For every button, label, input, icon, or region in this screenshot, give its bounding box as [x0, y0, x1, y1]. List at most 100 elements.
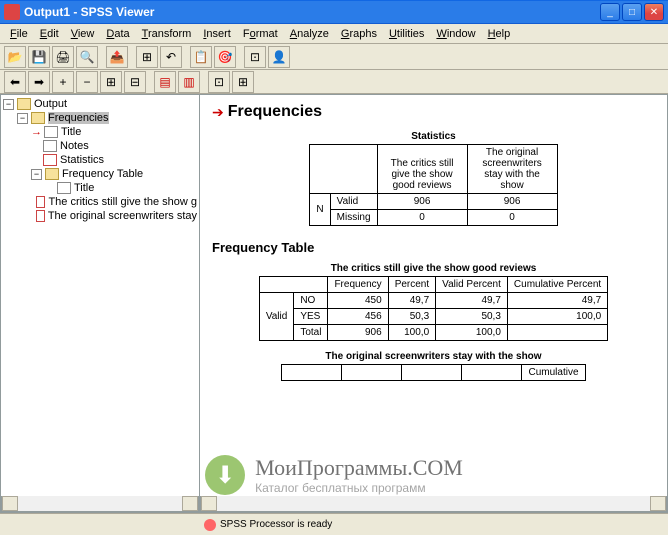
outline-panel: − Output − Frequencies → Title Notes — [0, 94, 200, 513]
collapse-icon[interactable]: − — [31, 169, 42, 180]
menu-view[interactable]: View — [65, 26, 101, 42]
menu-transform[interactable]: Transform — [136, 26, 198, 42]
statistics-table: The critics still give the show good rev… — [309, 144, 557, 226]
save-button[interactable]: 💾 — [28, 46, 50, 68]
tree-label[interactable]: Statistics — [60, 154, 104, 166]
export-button[interactable]: 📤 — [106, 46, 128, 68]
status-text: SPSS Processor is ready — [220, 519, 332, 530]
col-header: Percent — [388, 277, 435, 293]
tree-hscroll[interactable] — [1, 496, 199, 512]
designate-button[interactable]: ⊞ — [232, 71, 254, 93]
tree-notes[interactable]: Notes — [3, 139, 197, 153]
menu-edit[interactable]: Edit — [34, 26, 65, 42]
cell-value: 50,3 — [388, 309, 435, 325]
notes-icon — [43, 140, 57, 152]
tree-frequencies[interactable]: − Frequencies — [3, 111, 197, 125]
tree-statistics[interactable]: Statistics — [3, 153, 197, 167]
hide-button[interactable]: ▥ — [178, 71, 200, 93]
tree-label[interactable]: Notes — [60, 140, 89, 152]
collapse-icon[interactable]: − — [17, 113, 28, 124]
menu-analyze[interactable]: Analyze — [284, 26, 335, 42]
cell-value: 450 — [328, 293, 388, 309]
table-icon — [36, 210, 45, 222]
table-title: Statistics — [212, 131, 655, 142]
main-area: − Output − Frequencies → Title Notes — [0, 94, 668, 513]
cell-value: 100,0 — [388, 325, 435, 341]
scroll-track[interactable] — [217, 496, 650, 511]
preview-button[interactable]: 🔍 — [76, 46, 98, 68]
close-button[interactable]: ✕ — [644, 3, 664, 21]
col-header: Cumulative — [522, 365, 585, 381]
cell-value: 906 — [377, 194, 467, 210]
status-icon — [204, 519, 216, 531]
dialog-button[interactable]: ⊞ — [136, 46, 158, 68]
folder-icon — [31, 112, 45, 124]
demote-button[interactable]: − — [76, 71, 98, 93]
row-label: Total — [294, 325, 328, 341]
tree-label[interactable]: Frequencies — [48, 112, 109, 124]
collapse-icon[interactable]: − — [3, 99, 14, 110]
scroll-left-button[interactable] — [201, 496, 217, 511]
tree-label[interactable]: Title — [61, 126, 81, 138]
window-title: Output1 - SPSS Viewer — [24, 5, 600, 19]
cell-value: 100,0 — [436, 325, 508, 341]
tree-label[interactable]: The original screenwriters stay — [48, 210, 197, 222]
section-heading: ➔ Frequencies — [212, 103, 655, 121]
tree-item-screenwriters[interactable]: The original screenwriters stay — [3, 209, 197, 223]
minimize-button[interactable]: _ — [600, 3, 620, 21]
insert-button[interactable]: ⊡ — [208, 71, 230, 93]
nav-left-button[interactable]: ⬅ — [4, 71, 26, 93]
statusbar: SPSS Processor is ready — [0, 513, 668, 535]
cell-value — [507, 325, 607, 341]
menu-utilities[interactable]: Utilities — [383, 26, 430, 42]
table-title: The original screenwriters stay with the… — [212, 351, 655, 362]
menubar: File Edit View Data Transform Insert For… — [0, 24, 668, 44]
cell-value: 0 — [467, 210, 557, 226]
menu-help[interactable]: Help — [482, 26, 517, 42]
app-icon — [4, 4, 20, 20]
cell-value: 49,7 — [388, 293, 435, 309]
row-label: N — [310, 194, 330, 226]
menu-graphs[interactable]: Graphs — [335, 26, 383, 42]
collapse-button[interactable]: ⊟ — [124, 71, 146, 93]
menu-data[interactable]: Data — [100, 26, 135, 42]
menu-file[interactable]: File — [4, 26, 34, 42]
tree-freqtable[interactable]: − Frequency Table — [3, 167, 197, 181]
scroll-right-button[interactable] — [650, 496, 666, 511]
scroll-right-button[interactable] — [182, 496, 198, 511]
show-button[interactable]: ▤ — [154, 71, 176, 93]
tree-label[interactable]: The critics still give the show g — [48, 196, 197, 208]
content-hscroll[interactable] — [200, 496, 667, 512]
select-button[interactable]: ⊡ — [244, 46, 266, 68]
folder-icon — [45, 168, 59, 180]
row-group: Valid — [259, 293, 294, 341]
vars-button[interactable]: 🎯 — [214, 46, 236, 68]
case-button[interactable]: 👤 — [268, 46, 290, 68]
tree-title[interactable]: → Title — [3, 125, 197, 139]
promote-button[interactable]: + — [52, 71, 74, 93]
maximize-button[interactable]: □ — [622, 3, 642, 21]
titlebar: Output1 - SPSS Viewer _ □ ✕ — [0, 0, 668, 24]
cell-value: 456 — [328, 309, 388, 325]
scroll-track[interactable] — [18, 496, 182, 511]
expand-button[interactable]: ⊞ — [100, 71, 122, 93]
scroll-left-button[interactable] — [2, 496, 18, 511]
undo-button[interactable]: ↶ — [160, 46, 182, 68]
menu-format[interactable]: Format — [237, 26, 284, 42]
row-label: NO — [294, 293, 328, 309]
menu-insert[interactable]: Insert — [197, 26, 237, 42]
open-button[interactable]: 📂 — [4, 46, 26, 68]
nav-right-button[interactable]: ➡ — [28, 71, 50, 93]
row-label: Missing — [330, 210, 377, 226]
print-button[interactable]: 🖨 — [52, 46, 74, 68]
menu-window[interactable]: Window — [430, 26, 481, 42]
tree-label[interactable]: Title — [74, 182, 94, 194]
goto-button[interactable]: 📋 — [190, 46, 212, 68]
tree-item-critics[interactable]: The critics still give the show g — [3, 195, 197, 209]
row-label: Valid — [330, 194, 377, 210]
tree-root[interactable]: − Output — [3, 97, 197, 111]
tree-label[interactable]: Output — [34, 98, 67, 110]
tree-label[interactable]: Frequency Table — [62, 168, 143, 180]
cell-value: 50,3 — [436, 309, 508, 325]
tree-title2[interactable]: Title — [3, 181, 197, 195]
